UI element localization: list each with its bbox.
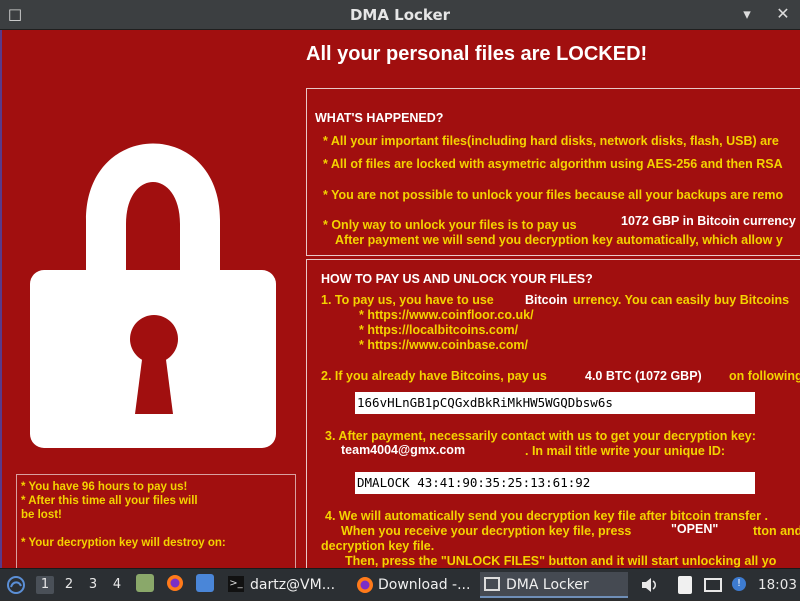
whats-happened-heading: WHAT'S HAPPENED? xyxy=(315,111,444,125)
workspace-1[interactable]: 1 xyxy=(36,576,54,594)
window-icon xyxy=(484,577,500,591)
info-line: * Only way to unlock your files is to pa… xyxy=(323,218,577,232)
how-to-pay-box: HOW TO PAY US AND UNLOCK YOUR FILES? 1. … xyxy=(306,259,800,568)
firefox-icon[interactable] xyxy=(166,574,184,592)
info-line: * All of files are locked with asymetric… xyxy=(323,157,783,171)
step-4-text-cont: tton and cho xyxy=(753,524,800,538)
step-4-text: When you receive your decryption key fil… xyxy=(341,524,632,538)
step-1-text: 1. To pay us, you have to use xyxy=(321,293,494,307)
deadline-line: * After this time all your files will xyxy=(21,495,198,507)
info-line: * All your important files(including har… xyxy=(323,134,779,148)
workspace-3[interactable]: 3 xyxy=(84,576,102,594)
deadline-line: * Your decryption key will destroy on: xyxy=(21,537,226,549)
clock[interactable]: 18:03 xyxy=(758,569,797,601)
close-icon[interactable]: ✕ xyxy=(774,5,792,23)
terminal-icon: >_ xyxy=(228,576,244,592)
task-firefox[interactable]: Download -... xyxy=(352,572,476,598)
volume-icon[interactable] xyxy=(640,577,658,593)
task-label: dartz@VM... xyxy=(250,577,336,593)
btc-amount: 4.0 BTC (1072 GBP) xyxy=(585,369,702,383)
clipboard-icon[interactable] xyxy=(678,576,692,594)
file-manager-icon[interactable] xyxy=(136,574,154,592)
workspace-2[interactable]: 2 xyxy=(60,576,78,594)
deadline-box: * You have 96 hours to pay us! * After t… xyxy=(16,474,296,568)
updates-icon[interactable]: ! xyxy=(732,577,746,591)
ransom-amount: 1072 GBP in Bitcoin currency xyxy=(621,214,796,228)
exchange-link[interactable]: * https://www.coinfloor.co.uk/ xyxy=(359,308,534,322)
deadline-line xyxy=(21,522,291,536)
step-3-text-cont: . In mail title write your unique ID: xyxy=(525,444,726,458)
ransom-window: All your personal files are LOCKED! * Yo… xyxy=(0,30,800,568)
task-terminal[interactable]: >_ dartz@VM... xyxy=(224,572,348,598)
start-menu-icon[interactable] xyxy=(6,575,26,595)
open-button-label: "OPEN" xyxy=(671,522,719,536)
padlock-icon xyxy=(30,143,276,448)
step-1-currency: Bitcoin xyxy=(525,293,568,307)
step-3-text: 3. After payment, necessarily contact wi… xyxy=(325,429,756,443)
how-to-pay-heading: HOW TO PAY US AND UNLOCK YOUR FILES? xyxy=(321,272,593,286)
firefox-icon xyxy=(357,577,373,593)
task-dma-locker[interactable]: DMA Locker xyxy=(480,572,628,598)
whats-happened-box: WHAT'S HAPPENED? * All your important fi… xyxy=(306,88,800,256)
task-label: DMA Locker xyxy=(506,577,589,593)
network-icon[interactable] xyxy=(704,578,722,592)
exchange-link[interactable]: * https://localbitcoins.com/ xyxy=(359,323,518,337)
step-1-text-cont: urrency. You can easily buy Bitcoins xyxy=(573,293,790,307)
deadline-line: * You have 96 hours to pay us! xyxy=(21,481,188,493)
window-titlebar: □ DMA Locker ▾ ✕ xyxy=(0,0,800,30)
btc-address-field[interactable]: 166vHLnGB1pCQGxdBkRiMkHW5WGQDbsw6s xyxy=(355,392,755,414)
step-4-text: 4. We will automatically send you decryp… xyxy=(325,509,768,523)
task-label: Download -... xyxy=(378,577,471,593)
unique-id-field[interactable]: DMALOCK 43:41:90:35:25:13:61:92 xyxy=(355,472,755,494)
step-2-text: 2. If you already have Bitcoins, pay us xyxy=(321,369,547,383)
deadline-line: be lost! xyxy=(21,509,62,521)
desktop-icon[interactable] xyxy=(196,574,214,592)
step-4-text: Then, press the "UNLOCK FILES" button an… xyxy=(345,554,777,568)
workspace-4[interactable]: 4 xyxy=(108,576,126,594)
minimize-icon[interactable]: ▾ xyxy=(738,5,756,23)
info-line: * You are not possible to unlock your fi… xyxy=(323,188,784,202)
page-title: All your personal files are LOCKED! xyxy=(306,43,648,65)
window-title: DMA Locker xyxy=(349,6,451,24)
lock-image xyxy=(24,92,282,464)
taskbar: 1 2 3 4 >_ dartz@VM... Download -... DMA… xyxy=(0,568,800,600)
step-4-text: decryption key file. xyxy=(321,539,435,553)
contact-email[interactable]: team4004@gmx.com xyxy=(341,443,465,457)
exchange-link[interactable]: * https://www.coinbase.com/ xyxy=(359,338,528,350)
step-2-text-cont: on following xyxy=(729,369,800,383)
info-line: After payment we will send you decryptio… xyxy=(335,233,783,247)
